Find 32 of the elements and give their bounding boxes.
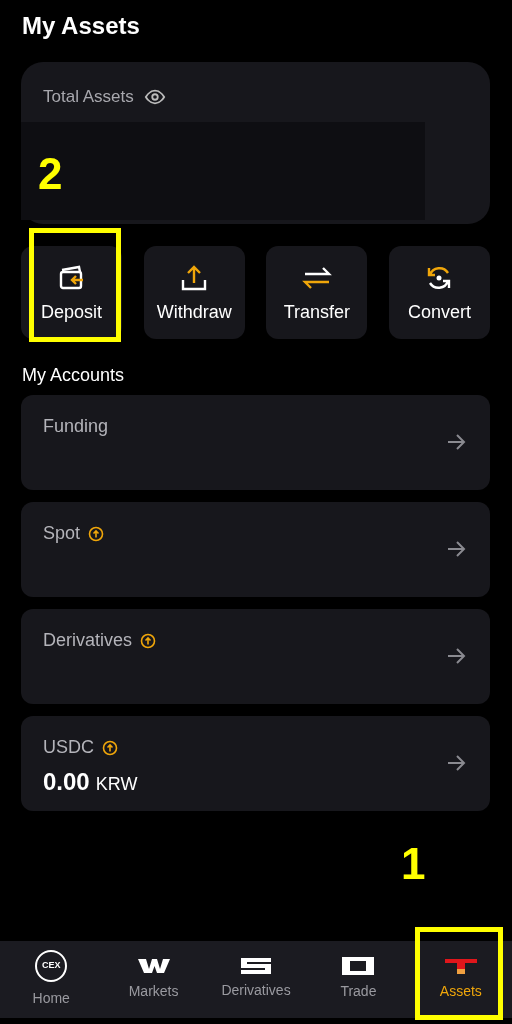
arrow-right-icon: [446, 539, 466, 559]
section-heading: My Accounts: [22, 364, 125, 387]
action-button[interactable]: Transfer: [266, 246, 368, 339]
account-name: Funding: [43, 415, 109, 438]
nav-tab[interactable]: Trade: [307, 941, 410, 1018]
account-card[interactable]: USDC 0.00 KRW: [21, 716, 490, 811]
total-assets-label: Total Assets: [43, 86, 134, 108]
account-card[interactable]: Spot: [21, 502, 490, 597]
currency-code: KRW: [95, 773, 138, 796]
arrow-right-icon: [446, 646, 466, 666]
account-name: Derivatives: [43, 629, 133, 652]
step-number: 2: [38, 152, 63, 196]
nav-tab[interactable]: CEX Home: [0, 941, 103, 1018]
account-balance: 0.00: [43, 767, 90, 797]
action-button[interactable]: Withdraw: [143, 246, 245, 339]
step-number: 1: [401, 842, 426, 886]
w-shape-icon: [137, 957, 170, 975]
t-shape-icon: [444, 957, 477, 975]
account-card[interactable]: Derivatives: [21, 609, 490, 704]
nav-tab[interactable]: Assets: [409, 941, 512, 1018]
action-button[interactable]: Convert: [388, 246, 490, 339]
account-card[interactable]: Funding: [21, 395, 490, 490]
account-name: USDC: [43, 736, 94, 759]
s-shape-icon: [241, 958, 271, 974]
arrow-right-icon: [446, 432, 466, 452]
nav-tab[interactable]: Derivatives: [204, 941, 308, 1018]
page-title: My Assets: [22, 11, 140, 41]
square-logo-icon: [342, 957, 375, 975]
account-name: Spot: [43, 522, 81, 545]
circle-logo-icon: CEX: [35, 950, 68, 982]
nav-tab[interactable]: Markets: [102, 941, 205, 1018]
arrow-right-icon: [446, 753, 466, 773]
